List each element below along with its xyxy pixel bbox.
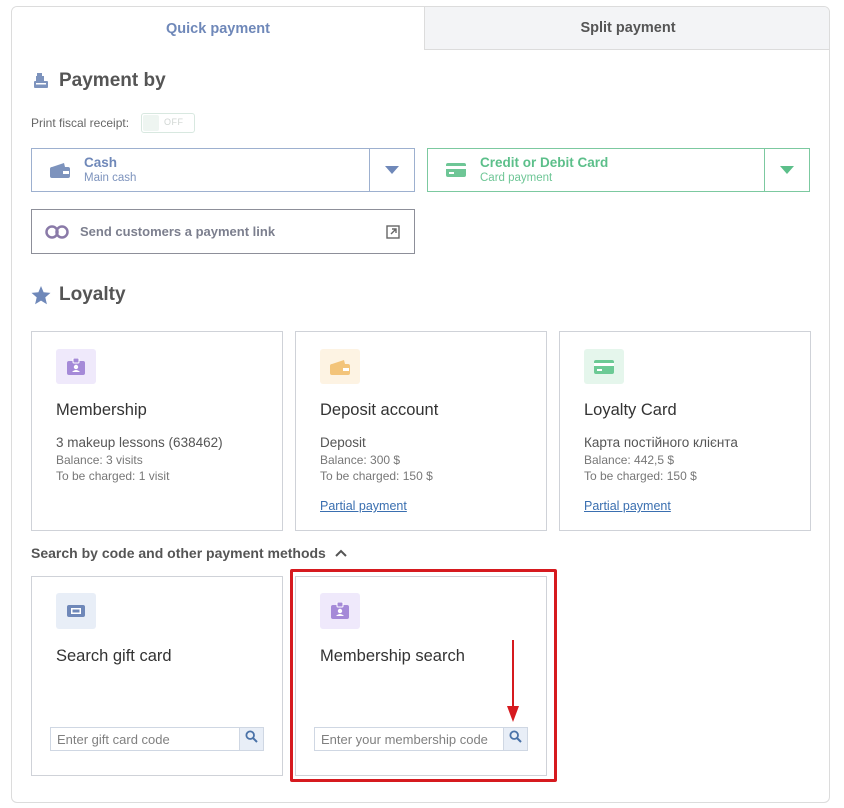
payment-by-heading: Payment by: [31, 70, 166, 92]
gift-card-icon: [56, 593, 96, 629]
membership-badge-icon: [56, 349, 96, 384]
membership-search-button[interactable]: [503, 728, 527, 750]
cash-payment-select[interactable]: Cash Main cash: [31, 148, 415, 192]
loyalty-heading: Loyalty: [31, 284, 126, 306]
chevron-up-icon: [335, 549, 347, 557]
deposit-balance: Balance: 300 $: [320, 453, 401, 467]
membership-code-input[interactable]: [315, 728, 503, 750]
link-chain-icon: [44, 224, 72, 239]
loyalty-card-loyalty[interactable]: Loyalty Card Карта постійного клієнта Ba…: [559, 331, 811, 531]
toggle-state-label: OFF: [164, 117, 184, 127]
deposit-card-title: Deposit account: [320, 401, 439, 419]
membership-input-group: [314, 727, 528, 751]
search-icon: [245, 730, 258, 748]
wallet-icon: [48, 161, 72, 179]
payment-panel: Quick payment Split payment Payment by P…: [11, 6, 830, 803]
gift-card-code-input[interactable]: [51, 728, 239, 750]
membership-search-card: Membership search: [295, 576, 547, 776]
membership-charge: To be charged: 1 visit: [56, 469, 170, 483]
loyalty-card-balance: Balance: 442,5 $: [584, 453, 675, 467]
search-icon: [509, 730, 522, 748]
card-title: Credit or Debit Card: [480, 155, 609, 170]
cash-subtitle: Main cash: [84, 172, 137, 184]
payment-by-title: Payment by: [59, 70, 166, 91]
loyalty-card-title: Loyalty Card: [584, 401, 677, 419]
credit-card-icon: [444, 161, 468, 179]
loyalty-card-deposit[interactable]: Deposit account Deposit Balance: 300 $ T…: [295, 331, 547, 531]
star-icon: [31, 285, 51, 305]
loyalty-card-membership[interactable]: Membership 3 makeup lessons (638462) Bal…: [31, 331, 283, 531]
loyalty-card-charge: To be charged: 150 $: [584, 469, 697, 483]
toggle-knob: [143, 115, 160, 131]
card-label-group: Credit or Debit Card Card payment: [480, 155, 764, 185]
membership-search-title: Membership search: [320, 647, 465, 665]
credit-card-icon: [584, 349, 624, 384]
tab-quick-payment[interactable]: Quick payment: [12, 7, 425, 50]
gift-card-search-title: Search gift card: [56, 647, 172, 665]
membership-card-title: Membership: [56, 401, 147, 419]
cash-register-icon: [31, 71, 51, 91]
external-link-icon: [386, 224, 400, 239]
cash-title: Cash: [84, 155, 118, 170]
tab-split-payment[interactable]: Split payment: [425, 7, 829, 50]
membership-card-subtitle: 3 makeup lessons (638462): [56, 435, 223, 450]
card-dropdown-toggle[interactable]: [764, 149, 809, 191]
wallet-icon: [320, 349, 360, 384]
payment-link-label: Send customers a payment link: [80, 224, 276, 239]
card-payment-select[interactable]: Credit or Debit Card Card payment: [427, 148, 810, 192]
deposit-charge: To be charged: 150 $: [320, 469, 433, 483]
fiscal-receipt-row: Print fiscal receipt: OFF: [31, 113, 196, 133]
chevron-down-icon: [385, 161, 399, 179]
payment-link-button[interactable]: Send customers a payment link: [31, 209, 415, 254]
loyalty-partial-payment-link[interactable]: Partial payment: [584, 499, 671, 513]
gift-card-search-card: Search gift card: [31, 576, 283, 776]
search-section-toggle[interactable]: Search by code and other payment methods: [31, 545, 347, 561]
cash-dropdown-toggle[interactable]: [369, 149, 414, 191]
cash-label-group: Cash Main cash: [84, 155, 369, 185]
gift-card-search-button[interactable]: [239, 728, 263, 750]
chevron-down-icon: [780, 161, 794, 179]
deposit-partial-payment-link[interactable]: Partial payment: [320, 499, 407, 513]
deposit-card-subtitle: Deposit: [320, 435, 366, 450]
fiscal-receipt-label: Print fiscal receipt:: [31, 116, 130, 130]
loyalty-title: Loyalty: [59, 284, 126, 305]
membership-balance: Balance: 3 visits: [56, 453, 143, 467]
fiscal-receipt-toggle[interactable]: OFF: [141, 113, 196, 133]
gift-card-input-group: [50, 727, 264, 751]
tab-bar: Quick payment Split payment: [12, 7, 829, 50]
loyalty-card-subtitle: Карта постійного клієнта: [584, 435, 738, 450]
membership-badge-icon: [320, 593, 360, 629]
card-subtitle: Card payment: [480, 172, 553, 184]
search-section-title: Search by code and other payment methods: [31, 545, 326, 561]
